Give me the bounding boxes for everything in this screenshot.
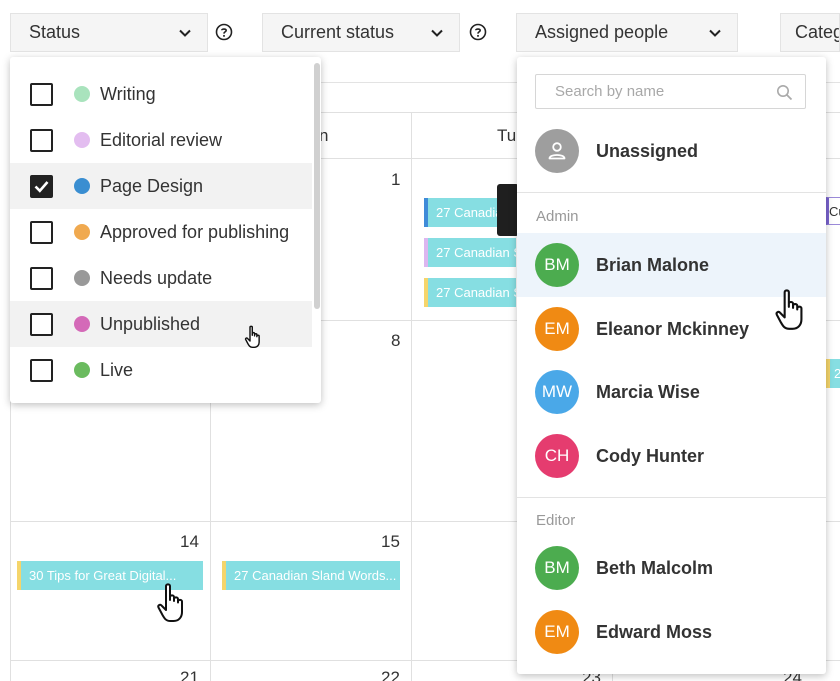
- divider: [517, 192, 826, 193]
- chevron-down-icon: [431, 29, 443, 37]
- calendar-event[interactable]: 27 Canadian S: [424, 238, 516, 267]
- event-tooltip: [497, 184, 519, 236]
- status-color-dot: [74, 178, 90, 194]
- day-number: 22: [381, 668, 400, 681]
- checkbox[interactable]: [30, 358, 53, 382]
- person-name: Brian Malone: [596, 255, 710, 275]
- status-option-label: Page Design: [100, 175, 204, 196]
- hand-cursor-icon: [244, 325, 260, 348]
- checkmark-icon: [34, 180, 49, 193]
- person-name: Edward Moss: [596, 622, 713, 642]
- status-option-label: Live: [100, 359, 134, 380]
- status-option-unpublished[interactable]: Unpublished: [10, 301, 312, 347]
- avatar: MW: [535, 370, 579, 414]
- status-filter-label: Status: [29, 22, 81, 42]
- status-color-dot: [74, 270, 90, 286]
- person-name: Eleanor Mckinney: [596, 319, 750, 339]
- assigned-people-filter-button[interactable]: Assigned people: [516, 13, 738, 52]
- checkbox[interactable]: [30, 82, 53, 106]
- unassigned-avatar: [535, 129, 579, 173]
- divider: [517, 497, 826, 498]
- status-filter-button[interactable]: Status: [10, 13, 208, 52]
- avatar: BM: [535, 243, 579, 287]
- day-number: 14: [180, 532, 199, 551]
- status-color-dot: [74, 86, 90, 102]
- status-color-dot: [74, 362, 90, 378]
- category-filter-label: Categ: [795, 22, 840, 42]
- hand-cursor-icon: [157, 583, 183, 622]
- person-name: Unassigned: [596, 141, 699, 161]
- avatar: BM: [535, 546, 579, 590]
- status-option-editorial-review[interactable]: Editorial review: [10, 117, 312, 163]
- checkbox[interactable]: [30, 220, 53, 244]
- event-title: Cu: [829, 203, 840, 219]
- chevron-down-icon: [709, 29, 721, 37]
- person-beth-malcolm[interactable]: BM Beth Malcolm: [517, 536, 826, 600]
- calendar-event[interactable]: 2: [826, 359, 840, 388]
- status-option-label: Editorial review: [100, 129, 223, 150]
- current-status-filter-label: Current status: [281, 22, 395, 42]
- search-input[interactable]: [536, 75, 766, 108]
- status-dropdown: Writing Editorial review Page Design App…: [10, 57, 321, 403]
- day-number: 21: [180, 668, 199, 681]
- calendar-event[interactable]: Cu: [826, 197, 840, 225]
- user-icon: [548, 142, 566, 160]
- person-marcia-wise[interactable]: MW Marcia Wise: [517, 360, 826, 424]
- assigned-people-filter-label: Assigned people: [535, 22, 669, 42]
- help-icon[interactable]: [215, 23, 233, 41]
- avatar: CH: [535, 434, 579, 478]
- day-number: 15: [381, 532, 400, 551]
- search-field[interactable]: [535, 74, 806, 109]
- checkbox-checked[interactable]: [30, 174, 53, 198]
- status-option-page-design[interactable]: Page Design: [10, 163, 312, 209]
- hand-cursor-icon: [775, 289, 803, 330]
- person-name: Marcia Wise: [596, 382, 700, 402]
- status-option-label: Approved for publishing: [100, 221, 290, 242]
- status-option-label: Needs update: [100, 267, 213, 288]
- group-label: Admin: [536, 208, 579, 225]
- day-number: 8: [391, 331, 401, 350]
- person-cody-hunter[interactable]: CH Cody Hunter: [517, 424, 826, 488]
- checkbox[interactable]: [30, 312, 53, 336]
- status-option-label: Unpublished: [100, 313, 201, 334]
- event-title: 27 Canadian S: [436, 245, 516, 260]
- person-name: Beth Malcolm: [596, 558, 714, 578]
- event-title: 27 Canadian S: [436, 285, 516, 300]
- person-name: Cody Hunter: [596, 446, 704, 466]
- status-option-writing[interactable]: Writing: [10, 71, 312, 117]
- assigned-people-dropdown: Unassigned Admin BM Brian Malone EM Elea…: [517, 57, 826, 674]
- person-edward-moss[interactable]: EM Edward Moss: [517, 600, 826, 664]
- checkbox[interactable]: [30, 266, 53, 290]
- category-filter-button[interactable]: Categ: [780, 13, 840, 52]
- chevron-down-icon: [179, 29, 191, 37]
- checkbox[interactable]: [30, 128, 53, 152]
- status-color-dot: [74, 132, 90, 148]
- day-number: 1: [391, 170, 401, 189]
- status-color-dot: [74, 224, 90, 240]
- scrollbar[interactable]: [314, 63, 320, 309]
- status-option-live[interactable]: Live: [10, 347, 312, 393]
- search-icon: [777, 85, 793, 101]
- calendar-event[interactable]: 27 Canadian Sland Words...: [222, 561, 400, 590]
- event-title: 2: [834, 366, 840, 381]
- help-icon[interactable]: [469, 23, 487, 41]
- event-title: 27 Canadia: [436, 205, 503, 220]
- avatar: EM: [535, 610, 579, 654]
- calendar-event[interactable]: 27 Canadian S: [424, 278, 516, 307]
- status-option-label: Writing: [100, 83, 156, 104]
- current-status-filter-button[interactable]: Current status: [262, 13, 460, 52]
- event-title: 27 Canadian Sland Words...: [234, 568, 397, 583]
- avatar: EM: [535, 307, 579, 351]
- status-option-needs-update[interactable]: Needs update: [10, 255, 312, 301]
- status-option-approved-for-publishing[interactable]: Approved for publishing: [10, 209, 312, 255]
- status-color-dot: [74, 316, 90, 332]
- event-title: 30 Tips for Great Digital...: [29, 568, 177, 583]
- day-header: Tu: [497, 126, 517, 145]
- group-label: Editor: [536, 512, 576, 529]
- person-unassigned[interactable]: Unassigned: [517, 119, 826, 183]
